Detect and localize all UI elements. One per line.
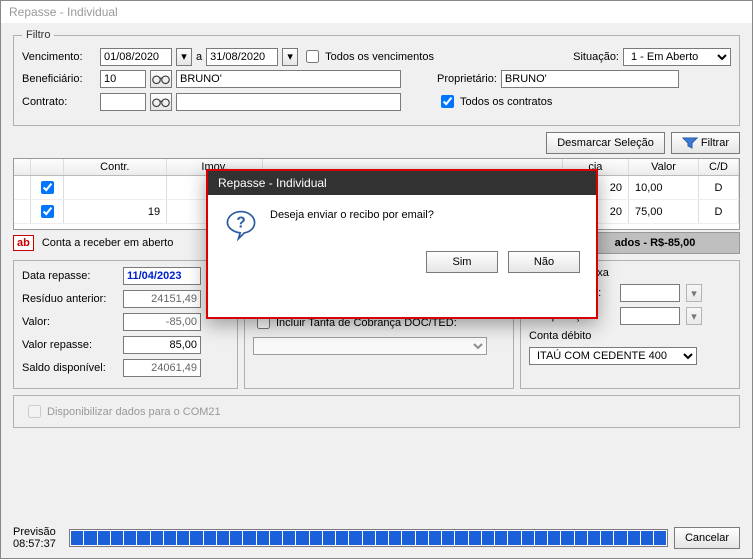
previsao-label: Previsão 08:57:37 <box>13 526 63 550</box>
sim-button[interactable]: Sim <box>426 251 498 273</box>
filtro-legend: Filtro <box>22 29 54 41</box>
dt-liquidacao-input <box>620 307 680 325</box>
venc-a-label: a <box>196 51 202 63</box>
contrato-search-button[interactable] <box>150 93 172 111</box>
valor-repasse-input[interactable] <box>123 336 201 354</box>
filtro-group: Filtro Vencimento: ▾ a ▾ Todos os vencim… <box>13 29 740 126</box>
beneficiario-nome-input[interactable] <box>176 70 401 88</box>
contrato-cod-input[interactable] <box>100 93 146 111</box>
nao-button[interactable]: Não <box>508 251 580 273</box>
residuo-anterior-label: Resíduo anterior: <box>22 293 117 305</box>
dialog-text: Deseja enviar o recibo por email? <box>270 209 434 221</box>
vencimento-label: Vencimento: <box>22 51 96 63</box>
question-icon: ? <box>224 209 258 243</box>
confirm-dialog: Repasse - Individual ? Deseja enviar o r… <box>206 169 598 319</box>
todos-contratos-check[interactable] <box>441 95 454 108</box>
dt-pagamento-input <box>620 284 680 302</box>
data-repasse-label: Data repasse: <box>22 270 117 282</box>
row-check[interactable] <box>41 181 54 194</box>
window-title: Repasse - Individual <box>1 1 752 23</box>
desmarcar-button[interactable]: Desmarcar Seleção <box>546 132 665 154</box>
contrato-label: Contrato: <box>22 96 96 108</box>
dt-pagamento-dropdown: ▾ <box>686 284 702 302</box>
todos-venc-checkbox[interactable]: Todos os vencimentos <box>302 47 434 66</box>
com21-check <box>28 405 41 418</box>
contrato-desc-input[interactable] <box>176 93 401 111</box>
binoculars-icon <box>152 95 170 109</box>
beneficiario-label: Beneficiário: <box>22 73 96 85</box>
tarifa-select <box>253 337 487 355</box>
vencimento-de-dropdown[interactable]: ▾ <box>176 48 192 66</box>
situacao-select[interactable]: 1 - Em Aberto <box>623 48 731 66</box>
todos-contratos-checkbox[interactable]: Todos os contratos <box>437 92 552 111</box>
filtrar-button[interactable]: Filtrar <box>671 132 740 154</box>
filter-icon <box>682 137 698 149</box>
conta-debito-label: Conta débito <box>529 330 614 342</box>
beneficiario-search-button[interactable] <box>150 70 172 88</box>
repasse-panel: Data repasse: ▾ Resíduo anterior: Valor:… <box>13 260 238 389</box>
dt-liquidacao-dropdown: ▾ <box>686 307 702 325</box>
main-window: Repasse - Individual Filtro Vencimento: … <box>0 0 753 559</box>
vencimento-ate-input[interactable] <box>206 48 278 66</box>
proprietario-label: Proprietário: <box>437 73 497 85</box>
residuo-anterior-field <box>123 290 201 308</box>
conta-debito-select[interactable]: ITAÚ COM CEDENTE 400 <box>529 347 697 365</box>
beneficiario-cod-input[interactable] <box>100 70 146 88</box>
situacao-label: Situação: <box>573 51 619 63</box>
vencimento-ate-dropdown[interactable]: ▾ <box>282 48 298 66</box>
row-check[interactable] <box>41 205 54 218</box>
com21-checkbox: Disponibilizar dados para o COM21 <box>24 402 221 421</box>
cancelar-button[interactable]: Cancelar <box>674 527 740 549</box>
ab-badge: ab <box>13 235 34 251</box>
valor-repasse-label: Valor repasse: <box>22 339 117 351</box>
data-repasse-input[interactable] <box>123 267 201 285</box>
valor-field <box>123 313 201 331</box>
valor-label: Valor: <box>22 316 117 328</box>
vencimento-de-input[interactable] <box>100 48 172 66</box>
proprietario-nome <box>501 70 679 88</box>
saldo-disponivel-label: Saldo disponível: <box>22 362 117 374</box>
dialog-title: Repasse - Individual <box>208 171 596 195</box>
binoculars-icon <box>152 72 170 86</box>
saldo-disponivel-field <box>123 359 201 377</box>
todos-venc-check[interactable] <box>306 50 319 63</box>
ab-label: Conta a receber em aberto <box>42 237 173 249</box>
progress-bar <box>69 529 668 547</box>
com21-box: Disponibilizar dados para o COM21 <box>13 395 740 428</box>
svg-text:?: ? <box>236 215 245 232</box>
